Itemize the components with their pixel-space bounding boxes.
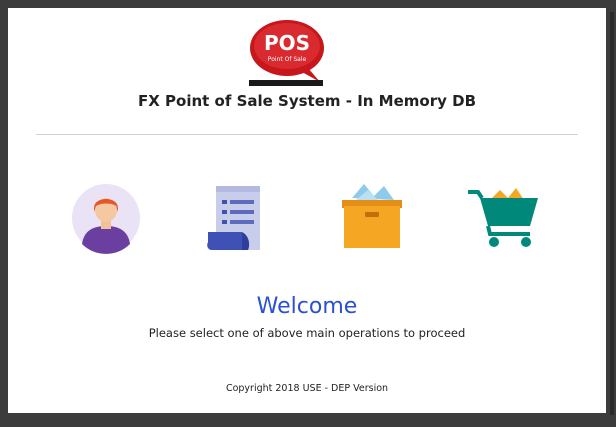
sales-operation-button[interactable]: [466, 180, 542, 256]
reports-operation-button[interactable]: [198, 180, 274, 256]
inventory-box-icon: [342, 184, 402, 248]
shopping-cart-icon: [468, 188, 538, 247]
document-list-icon: [207, 186, 260, 250]
inventory-operation-button[interactable]: [334, 180, 410, 256]
page-title: FX Point of Sale System - In Memory DB: [137, 92, 476, 110]
instruction-text: Please select one of above main operatio…: [148, 326, 466, 340]
customer-operation-button[interactable]: [68, 180, 144, 256]
divider: [36, 134, 578, 135]
window-shadow: [610, 12, 614, 415]
logo-text: POS: [264, 31, 310, 55]
logo-subtext: Point Of Sale: [268, 56, 307, 63]
pos-logo: POS Point Of Sale: [248, 16, 328, 88]
user-avatar-icon: [72, 184, 140, 254]
welcome-heading: Welcome: [256, 294, 358, 319]
copyright-text: Copyright 2018 USE - DEP Version: [225, 383, 389, 394]
app-window: POS Point Of Sale FX Point of Sale Syste…: [8, 8, 606, 413]
